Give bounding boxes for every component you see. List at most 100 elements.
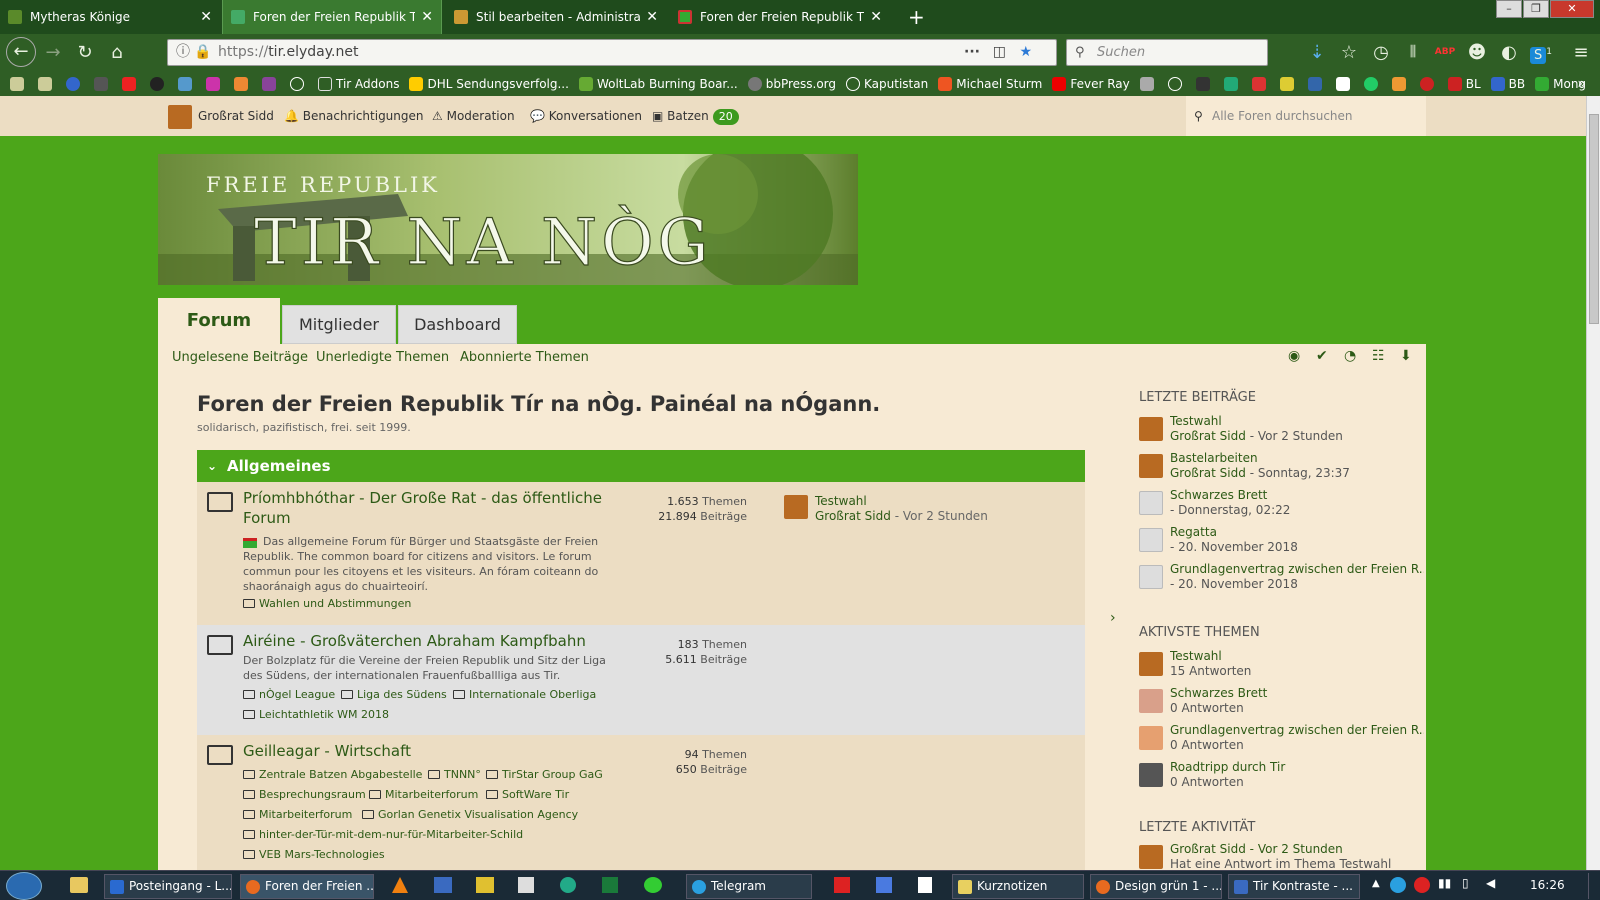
back-button[interactable]: ← — [6, 37, 36, 67]
sidebar-item-title[interactable]: Roadtripp durch Tir — [1170, 760, 1424, 774]
bookmark-dhl[interactable]: DHL Sendungsverfolg... — [409, 76, 569, 91]
bookmark-bbpress[interactable]: bbPress.org — [747, 76, 836, 91]
extension-icon[interactable]: ◐ — [1494, 34, 1524, 71]
bookmark-icon-only[interactable] — [10, 76, 28, 91]
library-icon[interactable]: ⫼ — [1398, 34, 1428, 71]
bookmark-icon-only[interactable] — [1139, 76, 1158, 91]
sidebar-recent-post[interactable]: Schwarzes Brett - Donnerstag, 02:22 — [1139, 488, 1424, 522]
sidebar-item-title[interactable]: Schwarzes Brett — [1170, 686, 1424, 700]
last-post-user[interactable]: Großrat Sidd — [815, 509, 891, 523]
browser-tab[interactable]: Stil bearbeiten - Administration ✕ — [446, 0, 666, 34]
bookmark-kaputistan[interactable]: Kaputistan — [846, 76, 928, 91]
sidebar-item-title[interactable]: Grundlagenvertrag zwischen der Freien R.… — [1170, 723, 1424, 737]
subforum-link[interactable]: TirStar Group GaG — [486, 765, 603, 785]
browser-tab[interactable]: Foren der Freien Republik Tír na nÒg ✕ — [670, 0, 890, 34]
app-icon[interactable] — [476, 877, 494, 893]
app-icon[interactable] — [434, 877, 452, 893]
subscribed-threads-link[interactable]: Abonnierte Themen — [460, 350, 589, 365]
home-button[interactable]: ⌂ — [102, 34, 132, 71]
history-icon[interactable]: ◷ — [1366, 34, 1396, 71]
explorer-icon[interactable] — [70, 877, 88, 893]
skype-icon[interactable]: S1 — [1526, 34, 1556, 71]
bookmark-icon-only[interactable] — [122, 76, 140, 91]
start-button[interactable] — [6, 872, 42, 900]
close-tab-icon[interactable]: ✕ — [870, 9, 882, 25]
forum-search-input[interactable]: ⚲ Alle Foren durchsuchen — [1186, 96, 1426, 136]
volume-icon[interactable]: ◀ — [1486, 876, 1495, 890]
sidebar-toggle-icon[interactable]: › — [1110, 610, 1116, 626]
bookmark-icon-only[interactable] — [38, 76, 56, 91]
notifications-link[interactable]: 🔔 Benachrichtigungen — [284, 96, 424, 136]
subforum-link[interactable]: Mitarbeiterforum — [243, 805, 352, 825]
subforum-link[interactable]: VEB Mars-Technologies — [243, 845, 385, 865]
conversations-link[interactable]: 💬 Konversationen — [530, 96, 642, 136]
bookmark-icon-only[interactable] — [1251, 76, 1270, 91]
subforum-link[interactable]: Leichtathletik WM 2018 — [243, 705, 389, 725]
battery-icon[interactable]: ▯ — [1462, 876, 1469, 890]
taskbar-item-active[interactable]: Foren der Freien ... — [240, 874, 374, 899]
rss-icon[interactable]: ◔ — [1344, 348, 1356, 364]
bookmark-icon-only[interactable] — [234, 76, 252, 91]
download-icon[interactable]: ⇣ — [1302, 34, 1332, 71]
bookmark-icon-only[interactable] — [1307, 76, 1326, 91]
user-menu[interactable]: Großrat Sidd — [168, 96, 274, 136]
adblock-icon[interactable]: ABP — [1430, 34, 1460, 71]
tray-telegram-icon[interactable] — [1390, 877, 1406, 893]
sidebar-item-title[interactable]: Grundlagenvertrag zwischen der Freien R.… — [1170, 562, 1424, 576]
taskbar-item[interactable]: Design grün 1 - ... — [1090, 874, 1222, 899]
sidebar-recent-post[interactable]: Regatta - 20. November 2018 — [1139, 525, 1424, 559]
tray-antivirus-icon[interactable] — [1414, 877, 1430, 893]
bookmark-icon-only[interactable] — [290, 76, 308, 91]
sidebar-item-title[interactable]: Testwahl — [1170, 414, 1424, 428]
scrollbar-thumb[interactable] — [1589, 114, 1599, 324]
bookmark-icon-only[interactable] — [94, 76, 112, 91]
subforum-link[interactable]: hinter-der-Tür-mit-dem-nur-für-Mitarbeit… — [243, 825, 523, 845]
subforum-link[interactable]: Wahlen und Abstimmungen — [243, 594, 411, 614]
sidebar-item-title[interactable]: Regatta — [1170, 525, 1424, 539]
site-logo-banner[interactable]: FREIE REPUBLIK TIR NA NÒG — [158, 154, 858, 285]
mask-icon[interactable]: ☻ — [1462, 34, 1492, 71]
last-post-link[interactable]: Testwahl — [815, 494, 867, 508]
bookmark-icon-only[interactable] — [1419, 76, 1438, 91]
sidebar-item-title[interactable]: Großrat Sidd - Vor 2 Stunden — [1170, 842, 1424, 856]
subforum-link[interactable]: nÒgel League — [243, 685, 335, 705]
close-tab-icon[interactable]: ✕ — [421, 9, 433, 25]
avatar[interactable] — [784, 495, 808, 519]
minimize-button[interactable]: – — [1496, 0, 1522, 18]
bookmark-icon-only[interactable] — [178, 76, 196, 91]
bookmark-icon-only[interactable] — [206, 76, 224, 91]
bookmark-icon-only[interactable] — [150, 76, 168, 91]
network-icon[interactable]: ▮▮ — [1438, 876, 1451, 890]
subforum-link[interactable]: TNNN° — [428, 765, 481, 785]
bookmark-woltlab[interactable]: WoltLab Burning Boar... — [578, 76, 738, 91]
browser-tab-active[interactable]: Foren der Freien Republik Tír na nÒg ✕ — [222, 0, 442, 34]
sidebar-active-thread[interactable]: Schwarzes Brett 0 Antworten — [1139, 686, 1424, 720]
chevron-down-icon[interactable]: ⌄ — [207, 450, 217, 482]
forum-title-link[interactable]: Geilleagar - Wirtschaft — [243, 741, 623, 761]
browser-tab[interactable]: Mytheras Könige ✕ — [0, 0, 220, 34]
tab-forum[interactable]: Forum — [158, 298, 280, 344]
sidebar-recent-post[interactable]: Bastelarbeiten Großrat Sidd - Sonntag, 2… — [1139, 451, 1424, 485]
document-icon[interactable] — [918, 877, 932, 893]
sidebar-item-user[interactable]: Großrat Sidd — [1170, 429, 1246, 443]
sidebar-item-title[interactable]: Testwahl — [1170, 649, 1424, 663]
unread-posts-link[interactable]: Ungelesene Beiträge — [172, 350, 308, 365]
bookmark-icon-only[interactable] — [1391, 76, 1410, 91]
vlc-icon[interactable] — [392, 877, 408, 893]
maximize-button[interactable]: ❐ — [1523, 0, 1549, 18]
bookmark-fever-ray[interactable]: Fever Ray — [1052, 76, 1130, 91]
bookmark-icon-only[interactable] — [1279, 76, 1298, 91]
subforum-link[interactable]: Besprechungsraum — [243, 785, 366, 805]
subforum-link[interactable]: Gorlan Genetix Visualisation Agency — [362, 805, 578, 825]
tray-expand-icon[interactable]: ▲ — [1372, 878, 1380, 889]
pocket-icon[interactable]: ◫ — [993, 40, 1006, 65]
sidebar-item-user[interactable]: Großrat Sidd — [1170, 466, 1246, 480]
bookmark-icon-only[interactable] — [262, 76, 280, 91]
close-window-button[interactable]: ✕ — [1550, 0, 1594, 18]
page-scrollbar[interactable] — [1586, 96, 1600, 870]
system-clock[interactable]: 16:26 — [1530, 878, 1565, 892]
url-bar[interactable]: ⓘ 🔒 https://tir.elyday.net ··· ◫ ★ — [167, 39, 1057, 66]
arrow-down-icon[interactable]: ⬇ — [1400, 348, 1412, 364]
batzen-link[interactable]: ▣ Batzen 20 — [652, 96, 739, 136]
forward-button[interactable]: → — [38, 34, 68, 71]
